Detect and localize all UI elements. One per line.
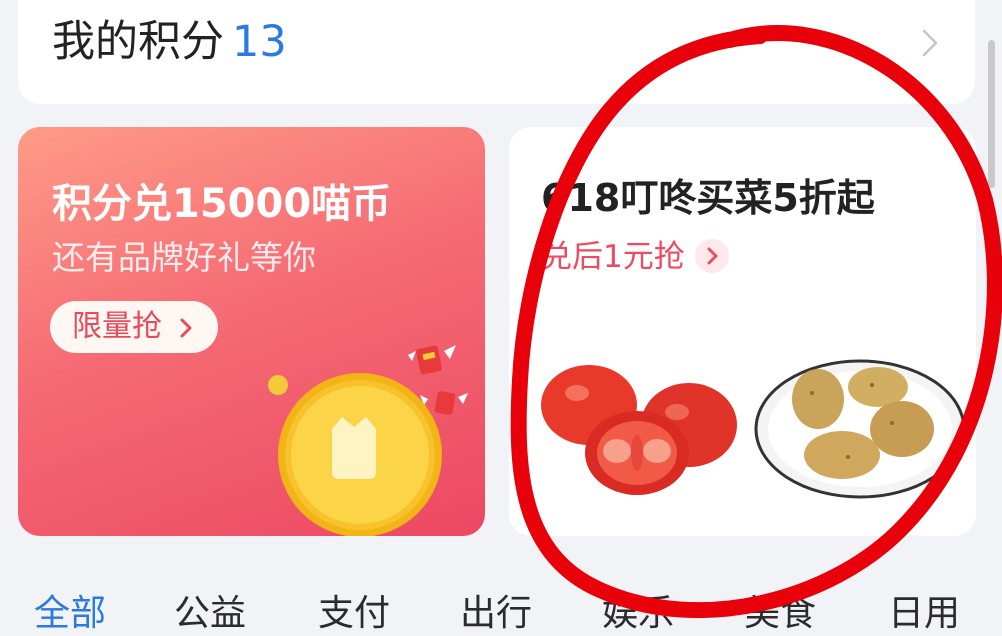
limited-grab-button[interactable]: 限量抢 xyxy=(50,301,218,353)
promo-subtitle: 还有品牌好礼等你 xyxy=(52,238,316,277)
tab-entertainment[interactable]: 娱乐 xyxy=(602,584,674,636)
tab-food[interactable]: 美食 xyxy=(744,584,816,636)
points-label: 我的积分 xyxy=(52,17,224,67)
limited-grab-label: 限量抢 xyxy=(72,309,162,344)
tab-charity[interactable]: 公益 xyxy=(174,584,246,636)
promo-title: 积分兑15000喵币 xyxy=(52,181,392,227)
coin-icon xyxy=(268,345,468,536)
tab-payment[interactable]: 支付 xyxy=(318,584,390,636)
chevron-right-icon[interactable] xyxy=(918,28,942,58)
promo-subtitle: 兑后1元抢 xyxy=(541,231,729,276)
potato-image xyxy=(754,359,966,499)
points-value: 13 xyxy=(232,17,287,67)
promo-card-coins[interactable]: 积分兑15000喵币 还有品牌好礼等你 限量抢 xyxy=(18,127,485,536)
promo-card-grocery[interactable]: 618叮咚买菜5折起 兑后1元抢 xyxy=(509,127,976,536)
tab-daily[interactable]: 日用 xyxy=(888,584,960,636)
promo-title: 618叮咚买菜5折起 xyxy=(541,176,875,220)
scrollbar[interactable] xyxy=(988,40,995,188)
tab-travel[interactable]: 出行 xyxy=(460,584,532,636)
chevron-right-icon xyxy=(180,318,192,337)
category-tabs: 全部 公益 支付 出行 娱乐 美食 日用 xyxy=(0,584,1002,634)
tab-all[interactable]: 全部 xyxy=(34,584,106,636)
promo-subtitle-text: 兑后1元抢 xyxy=(541,239,685,275)
tomato-image xyxy=(541,365,737,495)
points-heading: 我的积分 13 xyxy=(52,14,287,70)
chevron-right-icon xyxy=(694,238,729,273)
